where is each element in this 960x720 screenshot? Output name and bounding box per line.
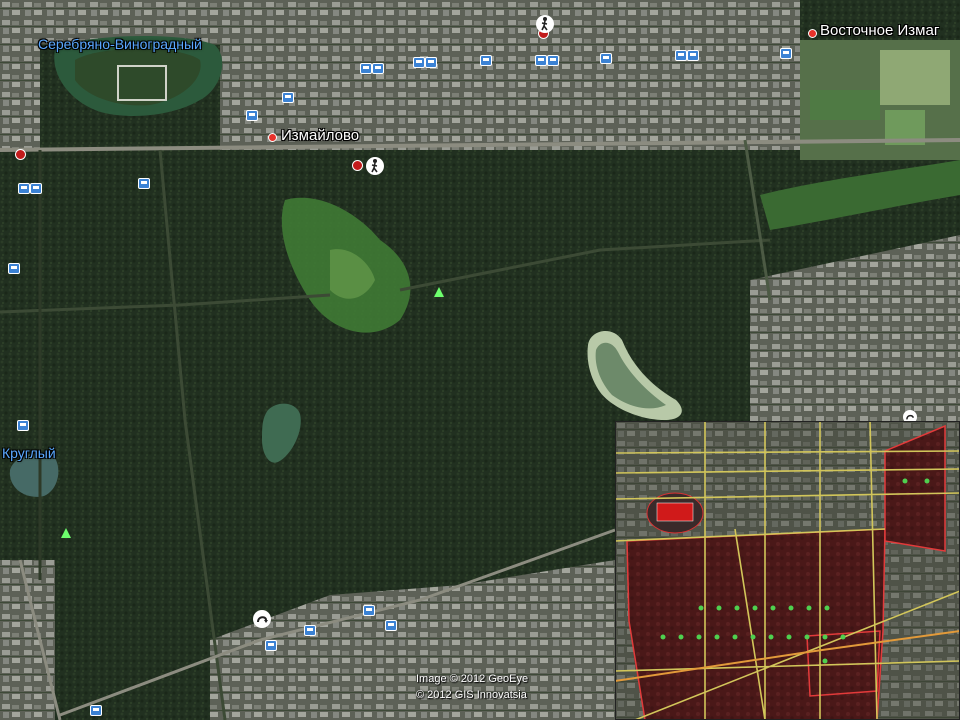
- location-marker[interactable]: [808, 29, 817, 38]
- place-label-serebryano[interactable]: Серебряно-Виноградный: [38, 36, 202, 52]
- metro-icon[interactable]: [352, 160, 363, 171]
- bus-stop-icon[interactable]: [360, 63, 372, 74]
- bus-stop-icon[interactable]: [363, 605, 375, 616]
- bus-stop-icon[interactable]: [780, 48, 792, 59]
- bus-stop-icon[interactable]: [304, 625, 316, 636]
- pedestrian-icon[interactable]: [536, 15, 554, 33]
- tree-icon[interactable]: [434, 287, 444, 297]
- bus-stop-icon[interactable]: [282, 92, 294, 103]
- bus-stop-icon[interactable]: [687, 50, 699, 61]
- bus-stop-icon[interactable]: [480, 55, 492, 66]
- bus-stop-icon[interactable]: [385, 620, 397, 631]
- turn-icon[interactable]: [253, 610, 271, 628]
- place-label-izmaylovo[interactable]: Измайлово: [281, 127, 359, 144]
- bus-stop-icon[interactable]: [547, 55, 559, 66]
- bus-stop-icon[interactable]: [535, 55, 547, 66]
- bus-stop-icon[interactable]: [17, 420, 29, 431]
- bus-stop-icon[interactable]: [413, 57, 425, 68]
- bus-stop-icon[interactable]: [8, 263, 20, 274]
- bus-stop-icon[interactable]: [138, 178, 150, 189]
- bus-stop-icon[interactable]: [675, 50, 687, 61]
- bus-stop-icon[interactable]: [600, 53, 612, 64]
- field-patch: [810, 90, 880, 120]
- inset-overview-map[interactable]: [615, 421, 960, 720]
- metro-icon[interactable]: [15, 149, 26, 160]
- bus-stop-icon[interactable]: [246, 110, 258, 121]
- place-label-krugly[interactable]: Круглый: [2, 445, 56, 461]
- bus-stop-icon[interactable]: [18, 183, 30, 194]
- pedestrian-icon[interactable]: [366, 157, 384, 175]
- map-view[interactable]: Восточное Измаг Серебряно-Виноградный Из…: [0, 0, 960, 720]
- attribution-line-imagery: Image © 2012 GeoEye: [416, 673, 529, 685]
- tree-icon[interactable]: [61, 528, 71, 538]
- location-marker[interactable]: [268, 133, 277, 142]
- bus-stop-icon[interactable]: [90, 705, 102, 716]
- attribution-line-gis: © 2012 GIS Innovatsia: [416, 689, 527, 701]
- bus-stop-icon[interactable]: [425, 57, 437, 68]
- inset-highlight-marker: [656, 502, 694, 522]
- urban-area-west-top: [0, 40, 40, 150]
- bus-stop-icon[interactable]: [372, 63, 384, 74]
- bus-stop-icon[interactable]: [30, 183, 42, 194]
- map-attribution: Image © 2012 GeoEye © 2012 GIS Innovatsi…: [416, 671, 528, 703]
- bus-stop-icon[interactable]: [265, 640, 277, 651]
- place-label-vostochnoe[interactable]: Восточное Измаг: [820, 22, 939, 39]
- field-patch: [880, 50, 950, 105]
